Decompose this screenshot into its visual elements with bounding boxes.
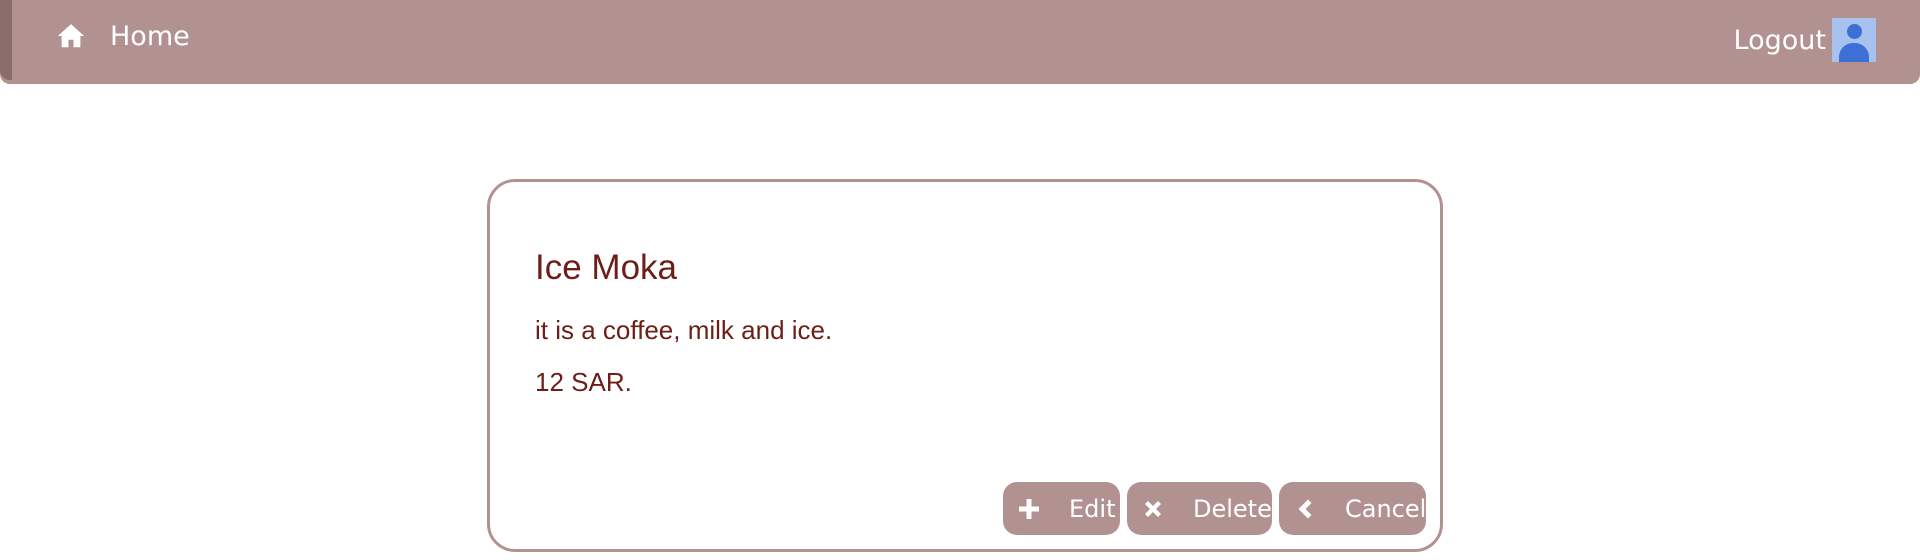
home-link[interactable]: Home <box>56 16 190 56</box>
home-icon <box>56 21 86 51</box>
close-icon <box>1141 497 1165 521</box>
delete-label: Delete <box>1193 494 1272 523</box>
top-navbar: Home Logout <box>0 0 1920 84</box>
navbar-edge-decoration <box>0 0 12 80</box>
plus-icon <box>1017 497 1041 521</box>
edit-label: Edit <box>1069 494 1116 523</box>
home-label: Home <box>110 20 190 52</box>
item-name: Ice Moka <box>535 248 677 287</box>
chevron-left-icon <box>1293 497 1317 521</box>
avatar-body <box>1839 43 1869 62</box>
card-actions: Edit Delete Cancel <box>1003 482 1426 535</box>
item-description: it is a coffee, milk and ice. <box>535 315 833 345</box>
logout-link[interactable]: Logout <box>1734 25 1826 56</box>
cancel-label: Cancel <box>1345 494 1427 523</box>
user-menu: Logout <box>1734 18 1876 62</box>
edit-button[interactable]: Edit <box>1003 482 1120 535</box>
delete-button[interactable]: Delete <box>1127 482 1272 535</box>
item-details-card: Ice Moka it is a coffee, milk and ice. 1… <box>487 179 1443 552</box>
user-avatar-icon[interactable] <box>1832 18 1876 62</box>
item-price: 12 SAR. <box>535 367 632 397</box>
avatar-head <box>1847 24 1862 39</box>
cancel-button[interactable]: Cancel <box>1279 482 1426 535</box>
